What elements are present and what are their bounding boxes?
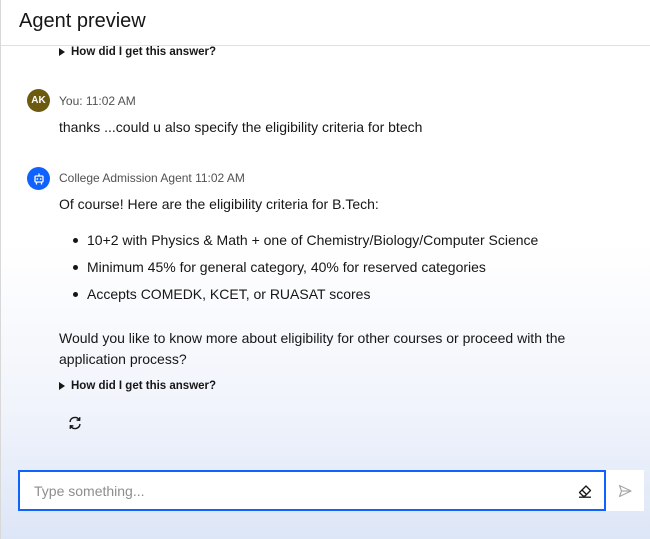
message-input-container [18, 470, 606, 511]
list-item: Accepts COMEDK, KCET, or RUASAT scores [59, 284, 538, 311]
agent-preview-panel: Agent preview How did I get this answer?… [0, 0, 650, 539]
triangle-right-icon [59, 382, 65, 390]
clear-input-button[interactable] [576, 482, 594, 500]
user-avatar-initials: AK [31, 95, 46, 106]
answer-explanation-toggle[interactable]: How did I get this answer? [59, 380, 216, 392]
answer-explanation-label: How did I get this answer? [71, 46, 217, 58]
list-item: 10+2 with Physics & Math + one of Chemis… [59, 230, 538, 257]
eraser-icon [578, 485, 592, 498]
answer-explanation-toggle-previous[interactable]: How did I get this answer? [59, 46, 216, 58]
refresh-icon [69, 416, 81, 430]
agent-message-followup: Would you like to know more about eligib… [59, 330, 566, 367]
user-avatar: AK [27, 89, 50, 112]
message-input[interactable] [34, 480, 554, 502]
agent-avatar [27, 167, 50, 190]
user-message-text: thanks ...could u also specify the eligi… [59, 119, 423, 135]
eligibility-list: 10+2 with Physics & Math + one of Chemis… [59, 230, 538, 311]
robot-icon [33, 173, 44, 184]
list-item: Minimum 45% for general category, 40% fo… [59, 257, 538, 284]
triangle-right-icon [59, 48, 65, 56]
agent-message-intro: Of course! Here are the eligibility crit… [59, 196, 379, 212]
send-button[interactable] [606, 470, 644, 511]
answer-explanation-label: How did I get this answer? [71, 380, 217, 392]
regenerate-button[interactable] [65, 413, 85, 433]
user-message-meta: You: 11:02 AM [59, 94, 136, 108]
send-icon [618, 484, 632, 497]
agent-message-meta: College Admission Agent 11:02 AM [59, 171, 245, 185]
panel-header: Agent preview [1, 0, 650, 46]
page-title: Agent preview [19, 10, 146, 32]
